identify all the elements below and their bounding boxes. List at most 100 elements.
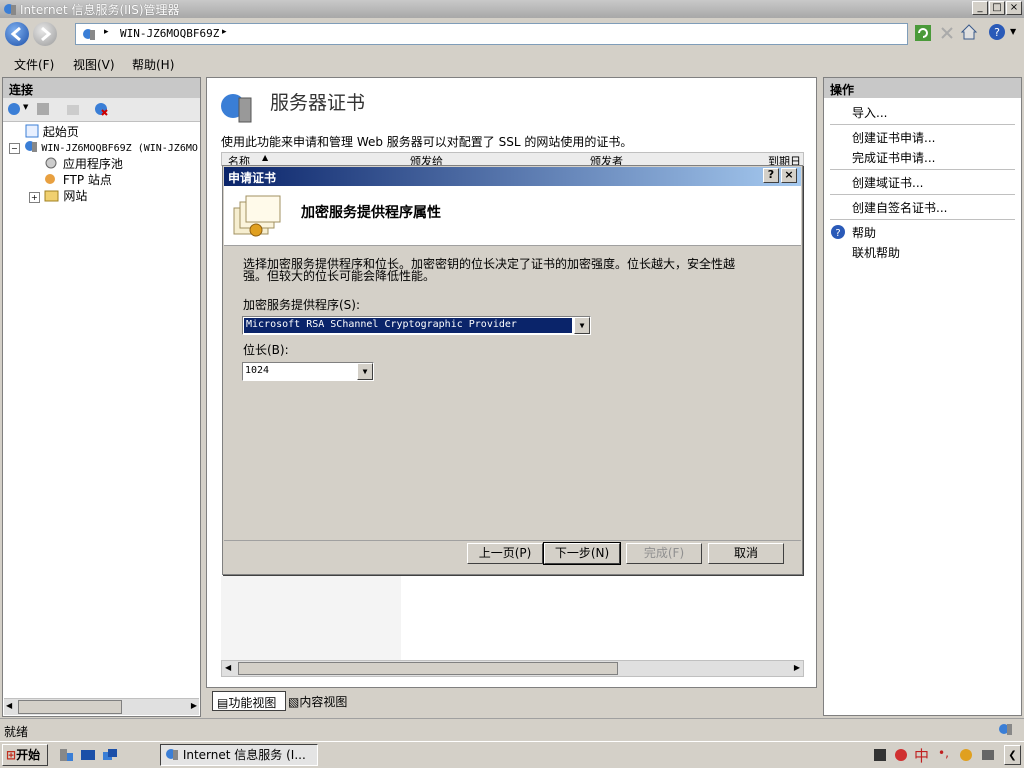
dialog-header: 加密服务提供程序属性 [224, 186, 801, 246]
home-icon[interactable] [960, 23, 978, 41]
tree-label: 网站 [63, 189, 88, 203]
start-button[interactable]: ⊞开始 [2, 744, 48, 766]
tree-item-sites[interactable]: + 网站 [29, 187, 87, 204]
divider [830, 194, 1015, 195]
divider [830, 169, 1015, 170]
next-button[interactable]: 下一步(N) [543, 542, 621, 565]
action-complete-request[interactable]: 完成证书申请... [852, 149, 935, 166]
connections-panel: 连接 ▼ 起始页 − WIN-JZ6MOQBF69Z (WIN-JZ6MO 应用… [2, 77, 201, 717]
action-create-selfsigned-cert[interactable]: 创建自签名证书... [852, 199, 947, 216]
help-icon[interactable]: ? [988, 23, 1006, 41]
server-certificates-icon [221, 94, 252, 123]
server-manager-icon[interactable] [58, 747, 74, 763]
server-status-icon [999, 724, 1012, 735]
tree-item-server[interactable]: − WIN-JZ6MOQBF69Z (WIN-JZ6MO [9, 139, 198, 154]
page-description: 使用此功能来申请和管理 Web 服务器可以对配置了 SSL 的网站使用的证书。 [221, 135, 633, 149]
bitlength-select[interactable]: 1024 ▼ [242, 362, 374, 381]
tab-feature-view[interactable]: ▤功能视图 [212, 691, 286, 711]
left-hscrollbar[interactable]: ◀ ▶ [4, 698, 199, 715]
dialog-title-bar: 申请证书 [224, 167, 801, 186]
start-page-icon [25, 124, 39, 138]
taskbar-item-iis[interactable]: Internet 信息服务 (I... [160, 744, 318, 766]
path-separator-2[interactable]: ▸ [222, 27, 227, 37]
scroll-thumb[interactable] [18, 700, 122, 714]
menu-help[interactable]: 帮助(H) [132, 56, 174, 73]
ime-settings-icon[interactable] [980, 747, 996, 763]
title-bar: Internet 信息服务(IIS)管理器 _ □ × [0, 0, 1024, 18]
refresh-icon[interactable] [914, 24, 932, 42]
minimize-button[interactable]: _ [972, 1, 988, 15]
forward-button[interactable] [33, 22, 57, 46]
dialog-divider [224, 540, 801, 541]
action-import[interactable]: 导入... [852, 104, 887, 121]
close-window-button[interactable]: × [1006, 1, 1022, 15]
status-text: 就绪 [4, 725, 29, 739]
cancel-button[interactable]: 取消 [708, 543, 784, 564]
tab-content-view[interactable]: ▧内容视图 [288, 693, 347, 710]
expand-icon[interactable]: + [29, 192, 40, 203]
provider-select-value: Microsoft RSA SChannel Cryptographic Pro… [244, 318, 572, 333]
tree-label: FTP 站点 [62, 173, 112, 187]
ime-toolbar-icon[interactable] [872, 747, 888, 763]
ime-mode-indicator[interactable]: 中 [914, 745, 929, 766]
action-help[interactable]: 帮助 [852, 224, 876, 241]
tree-item-app-pools[interactable]: 应用程序池 [43, 155, 123, 172]
action-online-help[interactable]: 联机帮助 [852, 244, 900, 261]
ime-punctuation-icon[interactable]: •, [938, 746, 949, 760]
collapse-icon[interactable]: − [9, 143, 20, 154]
show-desktop-icon[interactable] [80, 747, 96, 763]
connect-dropdown-icon[interactable]: ▼ [23, 103, 28, 111]
page-title: 服务器证书 [270, 92, 366, 114]
action-create-request[interactable]: 创建证书申请... [852, 129, 935, 146]
save-icon[interactable] [35, 101, 51, 117]
center-hscrollbar[interactable]: ◀ ▶ [221, 660, 804, 677]
dialog-close-button[interactable]: × [781, 168, 797, 183]
chevron-down-icon[interactable]: ▼ [357, 363, 373, 380]
maximize-button[interactable]: □ [989, 1, 1005, 15]
provider-select[interactable]: Microsoft RSA SChannel Cryptographic Pro… [242, 316, 591, 335]
scroll-thumb[interactable] [238, 662, 618, 675]
address-path[interactable]: WIN-JZ6MOQBF69Z [120, 27, 219, 40]
menu-file[interactable]: 文件(F) [14, 56, 54, 73]
actions-header: 操作 [824, 78, 1021, 98]
back-button[interactable] [5, 22, 29, 46]
stop-icon[interactable] [938, 24, 956, 42]
address-box[interactable]: ▸ WIN-JZ6MOQBF69Z ▸ [75, 23, 908, 45]
tray-expand-button[interactable]: ❮ [1004, 745, 1021, 765]
menu-view[interactable]: 视图(V) [73, 56, 115, 73]
tree-label: WIN-JZ6MOQBF69Z (WIN-JZ6MO [41, 143, 198, 154]
scroll-right-icon[interactable]: ▶ [794, 663, 800, 672]
server-icon [83, 29, 95, 40]
ime-softkeyboard-icon[interactable] [958, 747, 974, 763]
delete-connection-icon[interactable] [93, 101, 109, 117]
scroll-left-icon[interactable]: ◀ [225, 663, 231, 672]
tree-item-start-page[interactable]: 起始页 [25, 123, 79, 140]
connect-icon[interactable] [6, 101, 22, 117]
ime-logo-icon[interactable] [893, 747, 909, 763]
address-bar: ▸ WIN-JZ6MOQBF69Z ▸ ? ▼ [0, 18, 1024, 51]
certificate-icon [233, 195, 281, 237]
instructions-line: 强。但较大的位长可能会降低性能。 [243, 269, 436, 283]
help-dropdown-icon[interactable]: ▼ [1010, 27, 1016, 36]
tree-label: 应用程序池 [62, 157, 123, 171]
iis-app-icon [166, 749, 178, 760]
tree-item-ftp-sites[interactable]: FTP 站点 [43, 171, 112, 188]
taskbar: ⊞开始 Internet 信息服务 (I... 中 •, ❮ [0, 741, 1024, 768]
provider-label: 加密服务提供程序(S): [243, 298, 361, 312]
bitlength-select-value: 1024 [245, 365, 270, 376]
back-arrow-icon [10, 26, 21, 42]
switch-windows-icon[interactable] [102, 747, 118, 763]
up-level-icon[interactable] [65, 101, 81, 117]
dialog-help-button[interactable]: ? [763, 168, 779, 183]
tree-label: 起始页 [42, 125, 79, 139]
feature-view-icon: ▤ [217, 696, 229, 710]
cert-list-area [221, 576, 401, 660]
finish-button: 完成(F) [626, 543, 702, 564]
action-create-domain-cert[interactable]: 创建域证书... [852, 174, 923, 191]
connections-toolbar: ▼ [3, 98, 200, 122]
forward-arrow-icon [41, 26, 52, 42]
chevron-down-icon[interactable]: ▼ [574, 317, 590, 334]
scroll-left-icon[interactable]: ◀ [6, 701, 12, 710]
scroll-right-icon[interactable]: ▶ [191, 701, 197, 710]
previous-button[interactable]: 上一页(P) [467, 543, 543, 564]
